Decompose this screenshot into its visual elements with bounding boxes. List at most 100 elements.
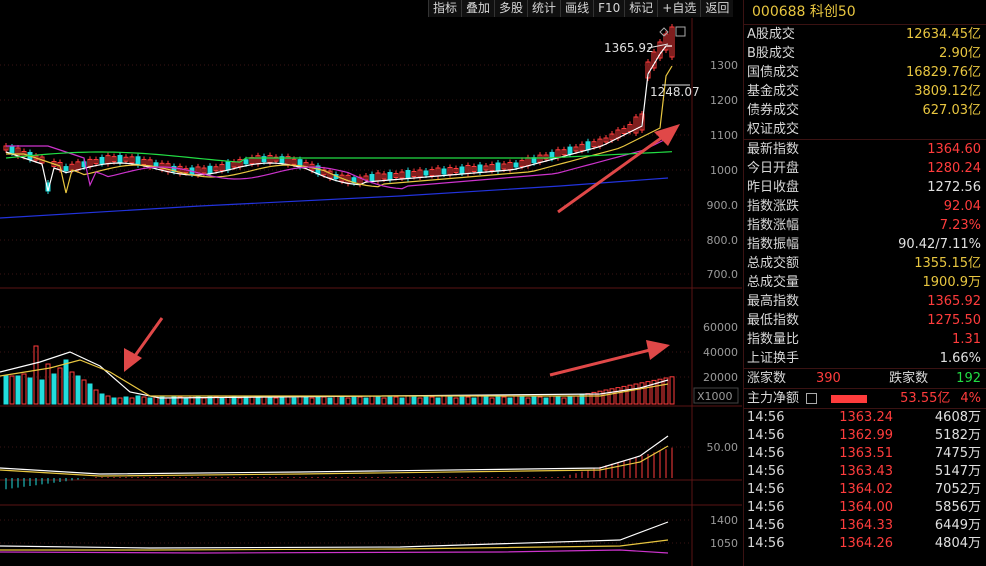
volume-bar [81, 379, 87, 405]
flow-bar [831, 395, 868, 403]
volume-bar [513, 395, 519, 405]
tick-row: 14:56 1364.00 5856万 [744, 499, 986, 517]
toolbar-back-button[interactable]: 返回 [700, 0, 734, 17]
volume-bar [399, 397, 405, 405]
candle-body [243, 159, 249, 165]
tick-vol: 4608万 [934, 410, 981, 425]
kline-chart-area[interactable]: 1300 1200 1100 1000 900.0 800.0 700.0 60… [0, 0, 742, 566]
candle-body [9, 146, 15, 154]
index_stats-row: 上证换手 1.66% [744, 349, 986, 368]
price-tick: 900.0 [707, 199, 739, 212]
tick-vol: 5182万 [934, 428, 981, 443]
tick-vol: 5147万 [934, 464, 981, 479]
volume-bar [423, 395, 429, 405]
toolbar-add-watchlist-button[interactable]: +自选 [657, 0, 701, 17]
index_stats-value: 1.31 [952, 332, 981, 347]
volume-bar [357, 396, 363, 405]
tick-price: 1364.33 [839, 518, 893, 533]
volume-bar [375, 396, 381, 405]
volume-bar [321, 396, 327, 405]
index_stats-label: 指数涨幅 [747, 218, 800, 233]
indicator1-tick: 50.00 [707, 441, 739, 454]
annotation-arrows [124, 124, 680, 377]
volume-bar [57, 367, 63, 405]
toolbar-indicator-button[interactable]: 指标 [428, 0, 462, 17]
volume-bar [531, 395, 537, 405]
tick-list[interactable]: 14:56 1363.24 4608万 14:56 1362.99 5182万 14:56 1… [744, 409, 986, 553]
up-count-value: 390 [816, 371, 841, 386]
volume-bar [183, 397, 189, 405]
tick-time: 14:56 [747, 482, 785, 497]
index_stats-label: 指数涨跌 [747, 199, 800, 214]
market_stats-row: 债券成交 627.03亿 [744, 101, 986, 120]
index_stats-label: 最新指数 [747, 142, 800, 157]
volume-bar [21, 373, 27, 405]
market_stats-value: 12634.45亿 [905, 27, 981, 42]
volume-bar [627, 384, 633, 405]
price-tick: 1100 [710, 129, 738, 142]
volume-bar [405, 395, 411, 405]
index_stats-label: 总成交量 [747, 275, 800, 290]
volume-bar [219, 397, 225, 405]
toolbar-f10-button[interactable]: F10 [593, 0, 625, 17]
toolbar-multi-stock-button[interactable]: 多股 [494, 0, 528, 17]
index_stats-value: 1275.50 [927, 313, 981, 328]
candle-body [99, 156, 105, 164]
market-stats: A股成交 12634.45亿 B股成交 2.90亿 国债成交 16829.76亿 基金成交 3… [744, 25, 986, 139]
ma10-line [6, 65, 673, 194]
volume-tick: 20000 [703, 371, 738, 384]
volume-bar [117, 397, 123, 405]
price-axis: 1300 1200 1100 1000 900.0 800.0 700.0 [707, 59, 739, 281]
tick-price: 1363.24 [839, 410, 893, 425]
tick-vol: 6449万 [934, 518, 981, 533]
volume-bar [165, 397, 171, 405]
tick-time: 14:56 [747, 500, 785, 515]
candle-body [477, 164, 483, 173]
volume-ma10-line [0, 359, 669, 397]
list-icon[interactable] [806, 393, 818, 404]
index_stats-value: 90.42/7.11% [898, 237, 981, 252]
index_stats-value: 92.04 [943, 199, 981, 214]
volume-bar [51, 373, 57, 405]
volume-bar [33, 345, 39, 405]
index_stats-row: 最新指数 1364.60 [744, 140, 986, 159]
volume-axis: 60000 40000 20000 X1000 [693, 321, 739, 404]
main-flow-pct: 4% [960, 391, 981, 406]
index_stats-label: 总成交额 [747, 256, 800, 271]
market_stats-value: 3809.12亿 [914, 84, 981, 99]
volume-bar [483, 396, 489, 405]
index_stats-value: 1.66% [939, 351, 981, 366]
market_stats-row: 基金成交 3809.12亿 [744, 82, 986, 101]
volume-bar [489, 397, 495, 405]
indicator2-tick: 1400 [710, 514, 738, 527]
price-tick: 800.0 [707, 234, 739, 247]
toolbar-draw-line-button[interactable]: 画线 [560, 0, 594, 17]
volume-bar [171, 395, 177, 405]
index_stats-label: 指数振幅 [747, 237, 800, 252]
chart-canvas[interactable]: 1300 1200 1100 1000 900.0 800.0 700.0 60… [0, 0, 742, 566]
volume-bar [363, 397, 369, 405]
indicator1-line [0, 435, 669, 475]
down-count-value: 192 [956, 371, 981, 386]
index_stats-value: 1364.60 [927, 142, 981, 157]
volume-bar [381, 397, 387, 405]
window-icon[interactable] [675, 26, 686, 37]
toolbar-mark-button[interactable]: 标记 [624, 0, 658, 17]
volume-bar [93, 389, 99, 405]
volume-bar [327, 397, 333, 405]
tick-row: 14:56 1363.51 7475万 [744, 445, 986, 463]
index_stats-label: 昨日收盘 [747, 180, 800, 195]
index_stats-value: 1365.92 [927, 294, 981, 309]
toolbar-statistics-button[interactable]: 统计 [527, 0, 561, 17]
tick-vol: 7475万 [934, 446, 981, 461]
index_stats-value: 1355.15亿 [914, 256, 981, 271]
indicator2-line [0, 521, 669, 549]
volume-bar [45, 363, 51, 405]
toolbar-overlay-button[interactable]: 叠加 [461, 0, 495, 17]
volume-tick: 40000 [703, 346, 738, 359]
down-count-label: 跌家数 [889, 371, 929, 386]
indicator2-tick: 1050 [710, 537, 738, 550]
volume-bar [285, 396, 291, 405]
volume-bar [543, 397, 549, 405]
chart-toolbar: 指标 叠加 多股 统计 画线 F10 标记 +自选 返回 [428, 0, 734, 18]
